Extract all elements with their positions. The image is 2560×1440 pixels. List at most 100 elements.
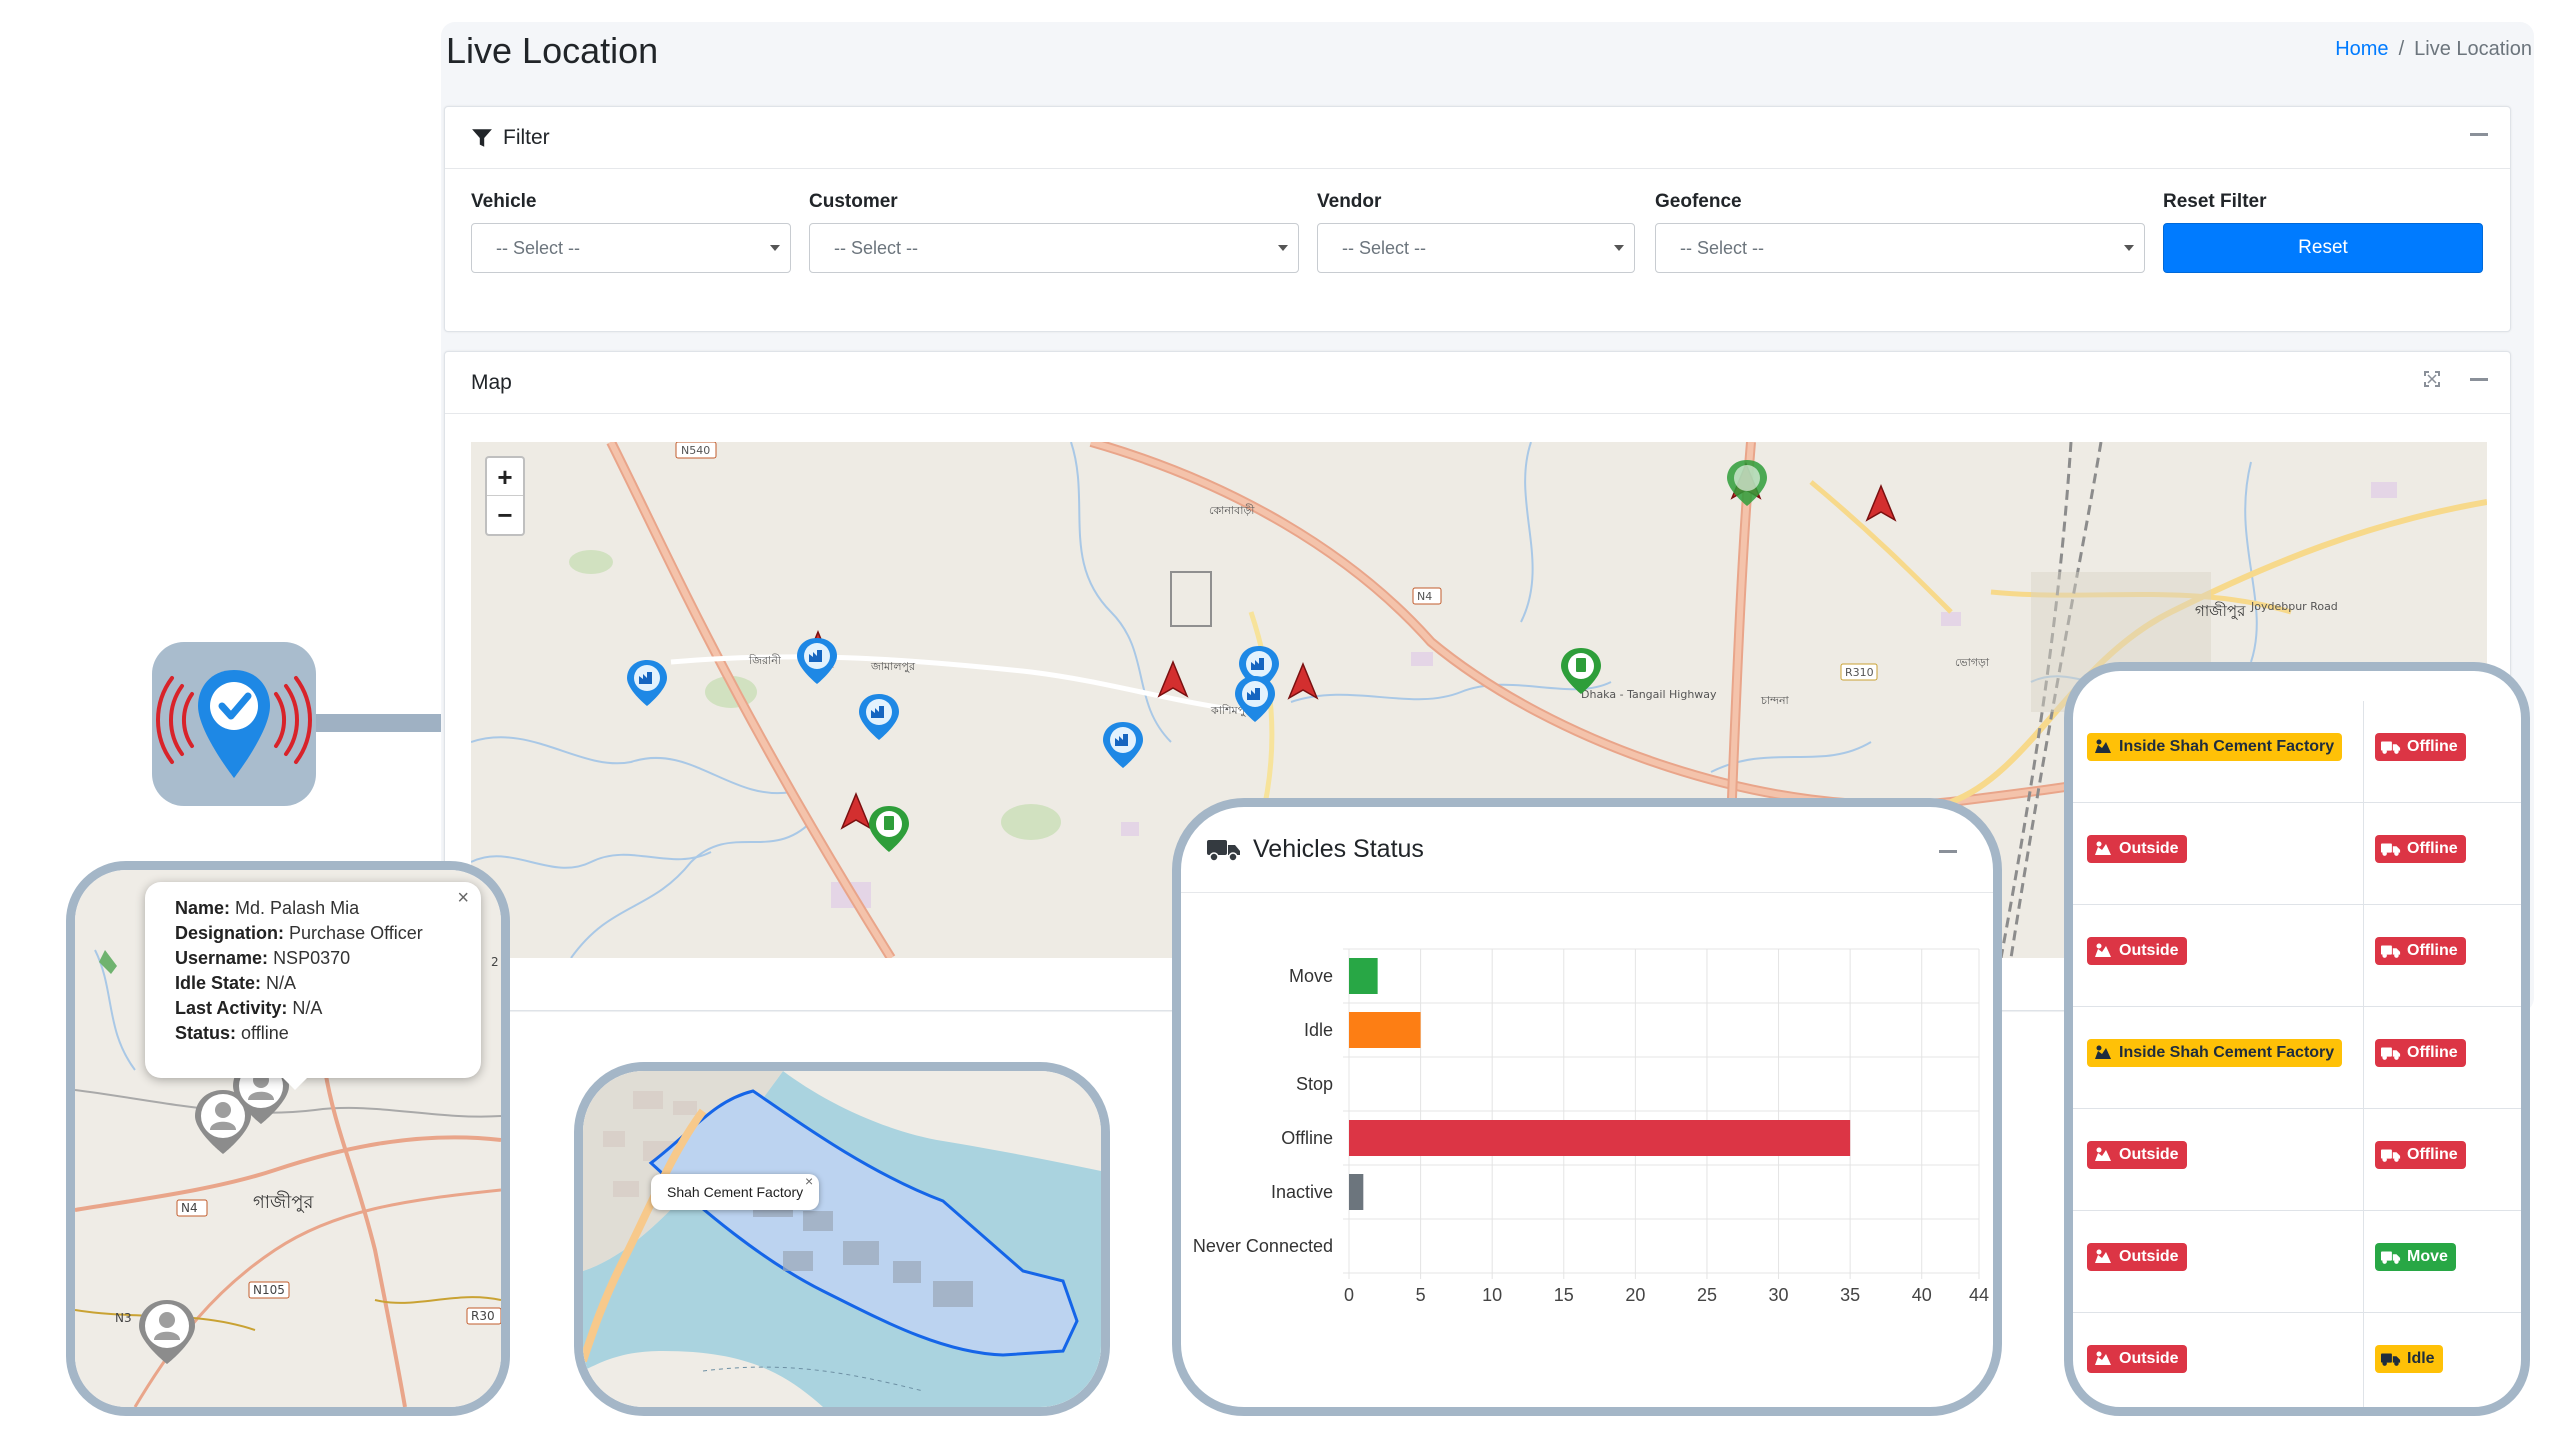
map-label-gazipur: গাজীপুর [2195, 602, 2246, 620]
map-label-n540: N540 [681, 444, 710, 457]
chevron-down-icon [770, 245, 780, 251]
state-badge: Offline [2375, 1141, 2466, 1169]
filter-collapse-button[interactable] [2470, 133, 2488, 136]
state-badge: Offline [2375, 1039, 2466, 1067]
geofence-select[interactable]: -- Select -- [1655, 223, 2145, 273]
geofence-label: Geofence [1655, 191, 1742, 212]
map-label-bhogra: ভোগড়া [1955, 656, 1990, 669]
state-badge-label: Offline [2407, 1146, 2458, 1163]
bar-move[interactable] [1349, 958, 1378, 994]
zone-badge: Outside [2087, 1243, 2187, 1271]
vehicles-status-collapse-button[interactable] [1939, 850, 1957, 853]
vehicles-status-title: Vehicles Status [1253, 835, 1424, 863]
vehicles-status-chart: 0 5 10 15 20 25 30 35 40 44 Move Idle Stop Offline Ina… [1193, 948, 1989, 1305]
popup-row-name: Name: Md. Palash Mia [175, 898, 360, 918]
vehicles-status-header: Vehicles Status [1181, 807, 1993, 893]
vendor-label: Vendor [1317, 191, 1382, 212]
bar-offline[interactable] [1349, 1120, 1851, 1156]
truck-icon [1207, 839, 1240, 862]
state-badge-label: Move [2407, 1248, 2448, 1265]
user-map-label-gazipur: গাজীপুর [253, 1191, 314, 1213]
map-label-zirani: জিরানী [748, 654, 782, 667]
status-row: Outside Move [2073, 1211, 2521, 1313]
status-row: Outside Idle [2073, 1313, 2521, 1407]
map-label-r310: R310 [1845, 666, 1874, 679]
geofence-name: Shah Cement Factory [667, 1184, 804, 1200]
zone-icon [2095, 841, 2111, 855]
state-badge-label: Offline [2407, 840, 2458, 857]
state-badge: Idle [2375, 1345, 2443, 1373]
x-tick-label: 40 [1912, 1285, 1932, 1305]
connector-bar [310, 714, 442, 732]
breadcrumb-home-link[interactable]: Home [2335, 38, 2388, 61]
vehicle-select[interactable]: -- Select -- [471, 223, 791, 273]
y-category-label: Stop [1296, 1074, 1333, 1094]
zone-badge-label: Inside Shah Cement Factory [2119, 1044, 2335, 1061]
zoom-in-button[interactable]: + [487, 458, 523, 496]
truck-icon [2381, 945, 2401, 958]
truck-icon [2381, 1353, 2401, 1366]
map-label-jamalpur: জামালপুর [870, 660, 916, 673]
customer-filter-group: Customer -- Select -- [809, 191, 1299, 273]
user-map-label-r30: R30 [471, 1309, 495, 1323]
customer-select[interactable]: -- Select -- [809, 223, 1299, 273]
bar-idle[interactable] [1349, 1012, 1421, 1048]
reset-filter-label: Reset Filter [2163, 191, 2267, 212]
map-label-konabari: কোনাবাড়ী [1209, 504, 1255, 517]
vehicles-status-frame: Vehicles Status 0 5 10 15 20 25 30 35 40 44 Move Id… [1172, 798, 2002, 1416]
bar-inactive[interactable] [1349, 1174, 1364, 1210]
zone-badge: Inside Shah Cement Factory [2087, 1039, 2343, 1067]
filter-icon [472, 128, 492, 147]
close-icon[interactable]: × [805, 1173, 813, 1189]
y-category-label: Inactive [1271, 1182, 1333, 1202]
reset-button[interactable]: Reset [2163, 223, 2483, 273]
vendor-select[interactable]: -- Select -- [1317, 223, 1635, 273]
stage: Live Location Home / Live Location Filte… [0, 0, 2560, 1440]
map-card-header: Map [445, 352, 2510, 414]
x-tick-label: 15 [1554, 1285, 1574, 1305]
popup-row-last-activity: Last Activity: N/A [175, 998, 323, 1018]
state-badge-label: Offline [2407, 738, 2458, 755]
y-category-label: Idle [1304, 1020, 1333, 1040]
x-tick-label: 44 [1969, 1285, 1989, 1305]
zoom-control: + − [485, 456, 525, 536]
zone-badge-label: Outside [2119, 1146, 2179, 1163]
zone-icon [2095, 943, 2111, 957]
zone-icon [2095, 1351, 2111, 1365]
zone-badge-label: Outside [2119, 1248, 2179, 1265]
popup-row-status: Status: offline [175, 1023, 289, 1043]
truck-icon [2381, 843, 2401, 856]
zone-badge-label: Outside [2119, 1350, 2179, 1367]
geofence-frame: Shah Cement Factory × [574, 1062, 1110, 1416]
status-row: Inside Shah Cement Factory Offline [2073, 1007, 2521, 1109]
user-info-popup: × Name: Md. Palash Mia Designation: Purc… [145, 882, 481, 1078]
x-tick-label: 25 [1697, 1285, 1717, 1305]
expand-icon[interactable] [2420, 370, 2444, 394]
zoom-out-button[interactable]: − [487, 496, 523, 534]
vehicle-select-value: -- Select -- [496, 237, 581, 258]
geofence-status-table: Inside Shah Cement Factory Offline Outside… [2073, 701, 2521, 1407]
popup-tip [281, 1076, 309, 1090]
map-collapse-button[interactable] [2470, 378, 2488, 381]
vehicle-filter-group: Vehicle -- Select -- [471, 191, 791, 273]
truck-icon [2381, 741, 2401, 754]
zone-badge-label: Inside Shah Cement Factory [2119, 738, 2335, 755]
map-label-dhaka-tangail: Dhaka - Tangail Highway [1581, 688, 1717, 701]
chevron-down-icon [1614, 245, 1624, 251]
status-row: Outside Offline [2073, 1109, 2521, 1211]
state-badge-label: Idle [2407, 1350, 2435, 1367]
x-tick-label: 10 [1482, 1285, 1502, 1305]
state-badge-label: Offline [2407, 942, 2458, 959]
geofence-select-value: -- Select -- [1680, 237, 1765, 258]
map-title: Map [471, 370, 512, 394]
state-badge: Move [2375, 1243, 2456, 1271]
map-label-chandra: চান্দনা [1760, 694, 1790, 707]
close-icon[interactable]: × [457, 886, 469, 911]
filter-card: Filter Vehicle -- Select -- Customer -- … [444, 106, 2511, 332]
chevron-down-icon [1278, 245, 1288, 251]
location-check-icon [152, 642, 316, 806]
x-tick-label: 35 [1840, 1285, 1860, 1305]
popup-row-idle-state: Idle State: N/A [175, 973, 297, 993]
x-tick-label: 0 [1344, 1285, 1354, 1305]
breadcrumb-separator: / [2398, 38, 2405, 60]
